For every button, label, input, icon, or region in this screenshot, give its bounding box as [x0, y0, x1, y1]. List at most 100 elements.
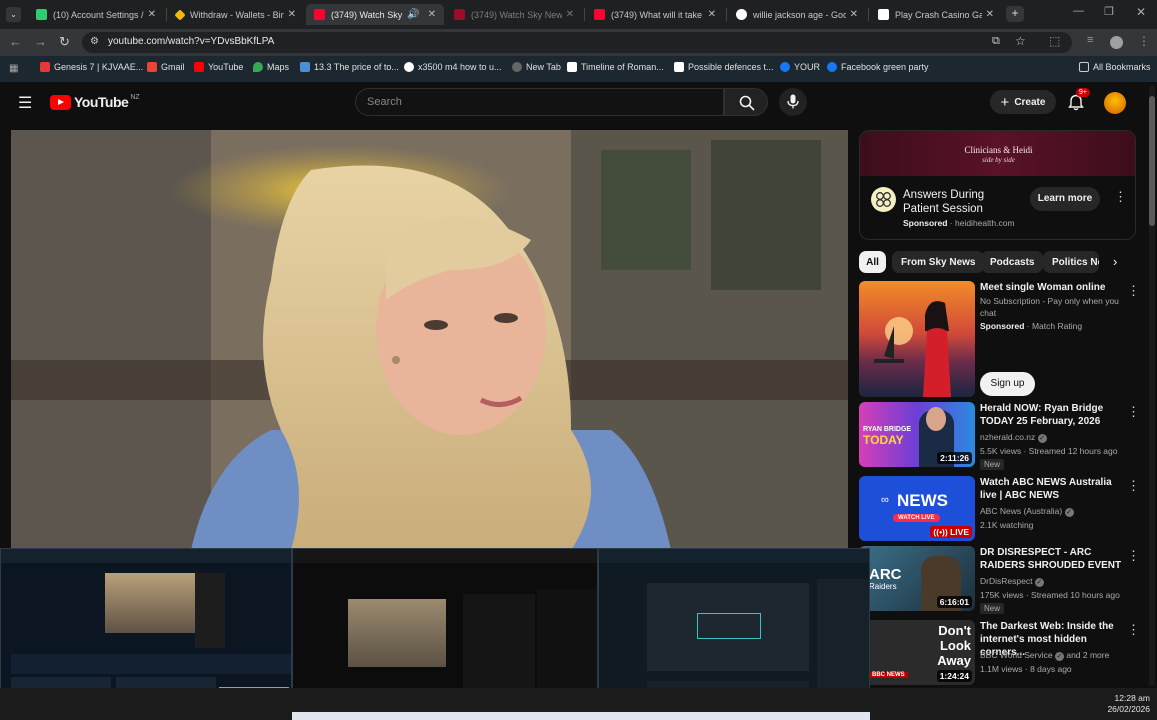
account-avatar[interactable] [1104, 92, 1126, 114]
address-bar[interactable]: ⚙ youtube.com/watch?v=YDvsBbKfLPA ⧉ ☆ [82, 32, 1072, 53]
back-icon[interactable]: ← [9, 34, 22, 49]
ad-title[interactable]: Answers During Patient Session [903, 188, 1013, 216]
bookmark-item[interactable]: New Tab [512, 62, 561, 72]
sign-up-button[interactable]: Sign up [980, 372, 1035, 396]
bookmark-item[interactable]: YouTube [194, 62, 243, 72]
video-player[interactable] [11, 130, 848, 550]
clock[interactable]: 12:28 am 26/02/2026 [1090, 693, 1150, 715]
learn-more-button[interactable]: Learn more [1030, 187, 1100, 211]
browser-tab[interactable]: Play Crash Casino Game ✕ [870, 4, 1002, 25]
maps-icon [253, 62, 263, 72]
menu-icon[interactable]: ⋮ [1138, 34, 1150, 48]
media-control-icon[interactable]: ≡ [1087, 34, 1093, 46]
bookmark-item[interactable]: Facebook green party [827, 62, 929, 72]
video-thumbnail[interactable]: ARC Raiders 6:16:01 [859, 546, 975, 611]
bookmark-item[interactable]: Maps [253, 62, 289, 72]
youtube-logo[interactable]: YouTube NZ [50, 94, 140, 110]
video-title[interactable]: DR DISRESPECT - ARC RAIDERS SHROUDED EVE… [980, 546, 1122, 572]
profile-avatar[interactable] [1110, 36, 1123, 49]
related-video[interactable]: Don't Look Away BBC NEWS 1:24:24 The Dar… [859, 620, 1140, 686]
bookmark-item[interactable]: Gmail [147, 62, 185, 72]
browser-tab[interactable]: willie jackson age - Goo ✕ [728, 4, 866, 25]
forward-icon[interactable]: → [34, 34, 47, 49]
close-icon[interactable]: ✕ [288, 9, 296, 20]
browser-tab[interactable]: (3749) Watch Sky News ✕ [446, 4, 582, 25]
browser-tab[interactable]: (10) Account Settings / S ✕ [28, 4, 164, 25]
related-video-sponsored[interactable]: Meet single Woman online No Subscription… [859, 281, 1140, 398]
restore-icon[interactable]: ❐ [1104, 5, 1114, 18]
close-icon[interactable]: ✕ [566, 9, 574, 20]
video-title[interactable]: Herald NOW: Ryan Bridge TODAY 25 Februar… [980, 402, 1122, 428]
os-taskbar: 12:28 am 26/02/2026 [0, 688, 1157, 720]
notifications-button[interactable]: 9+ [1066, 88, 1090, 114]
bookmark-item[interactable]: Possible defences t... [674, 62, 774, 72]
bookmark-item[interactable]: Timeline of Roman... [567, 62, 664, 72]
ad-banner[interactable]: Clinicians & Heidi side by side [860, 131, 1135, 176]
new-tab-button[interactable]: + [1006, 6, 1024, 22]
tab-favicon-icon [878, 9, 889, 20]
more-options-icon[interactable]: ⋮ [1127, 404, 1140, 420]
browser-tab[interactable]: (3749) What will it take t ✕ [586, 4, 724, 25]
close-icon[interactable]: ✕ [708, 9, 716, 20]
hamburger-menu-icon[interactable]: ☰ [18, 93, 32, 113]
bookmark-star-icon[interactable]: ☆ [1015, 34, 1026, 48]
voice-search-button[interactable] [779, 88, 807, 116]
video-title[interactable]: Watch ABC NEWS Australia live | ABC NEWS [980, 476, 1122, 502]
more-options-icon[interactable]: ⋮ [1127, 283, 1140, 299]
close-icon[interactable]: ✕ [428, 9, 436, 20]
related-video[interactable]: RYAN BRIDGE TODAY 2:11:26 Herald NOW: Ry… [859, 402, 1140, 472]
install-icon[interactable]: ⧉ [992, 35, 1000, 48]
bookmark-item[interactable]: YOUR [780, 62, 820, 72]
chip-all[interactable]: All [859, 251, 886, 273]
scrollbar-thumb[interactable] [1149, 96, 1155, 226]
url-text: youtube.com/watch?v=YDvsBbKfLPA [108, 36, 275, 47]
close-icon[interactable]: ✕ [850, 9, 858, 20]
close-icon[interactable]: ✕ [986, 9, 994, 20]
close-window-icon[interactable]: ✕ [1136, 5, 1146, 19]
channel-name[interactable]: BBC World Service ✓ and 2 more [980, 650, 1109, 661]
search-input[interactable]: Search [355, 88, 724, 116]
more-options-icon[interactable]: ⋮ [1114, 189, 1127, 205]
channel-name[interactable]: DrDisRespect ✓ [980, 576, 1044, 587]
more-options-icon[interactable]: ⋮ [1127, 478, 1140, 494]
chip-from-sky-news[interactable]: From Sky News [892, 251, 985, 273]
close-icon[interactable]: ✕ [148, 9, 156, 20]
tab-title: (3749) Watch Sky Ne [331, 9, 403, 20]
video-meta: Sponsored · Match Rating [980, 321, 1083, 331]
site-info-icon[interactable]: ⚙ [90, 36, 99, 47]
apps-icon[interactable]: ▦ [9, 63, 18, 74]
bookmark-item[interactable]: x3500 m4 how to u... [404, 62, 502, 72]
channel-name[interactable]: nzherald.co.nz ✓ [980, 432, 1047, 443]
bookmark-item[interactable]: Genesis 7 | KJVAAE... [40, 62, 143, 72]
search-button[interactable] [724, 88, 768, 116]
related-video[interactable]: ARC Raiders 6:16:01 DR DISRESPECT - ARC … [859, 546, 1140, 618]
chevron-right-icon[interactable]: › [1113, 254, 1117, 269]
microphone-icon [787, 94, 799, 109]
chip-podcasts[interactable]: Podcasts [981, 251, 1044, 273]
more-options-icon[interactable]: ⋮ [1127, 548, 1140, 564]
video-title[interactable]: Meet single Woman online [980, 281, 1122, 294]
ad-logo-icon [871, 187, 896, 212]
video-thumbnail[interactable]: ∞ NEWS WATCH LIVE ((•)) LIVE [859, 476, 975, 541]
related-video[interactable]: ∞ NEWS WATCH LIVE ((•)) LIVE Watch ABC N… [859, 476, 1140, 542]
video-thumbnail[interactable]: RYAN BRIDGE TODAY 2:11:26 [859, 402, 975, 467]
minimize-icon[interactable]: — [1073, 5, 1084, 17]
more-options-icon[interactable]: ⋮ [1127, 622, 1140, 638]
chip-politics[interactable]: Politics Ne [1043, 251, 1099, 273]
video-thumbnail[interactable]: Don't Look Away BBC NEWS 1:24:24 [859, 620, 975, 685]
video-thumbnail[interactable] [859, 281, 975, 397]
sponsored-ad[interactable]: Clinicians & Heidi side by side Answers … [859, 130, 1136, 240]
browser-tab-active[interactable]: (3749) Watch Sky Ne 🔊 ✕ [306, 4, 444, 25]
bookmark-item[interactable]: 13.3 The price of to... [300, 62, 399, 72]
extensions-icon[interactable]: ⬚ [1049, 34, 1060, 48]
page-scrollbar[interactable] [1149, 86, 1155, 686]
all-bookmarks[interactable]: All Bookmarks [1079, 62, 1151, 72]
taskbar-app-strip[interactable] [292, 712, 870, 720]
create-button[interactable]: + Create [990, 90, 1056, 114]
channel-name[interactable]: ABC News (Australia) ✓ [980, 506, 1074, 517]
reload-icon[interactable]: ↻ [59, 34, 70, 50]
tab-search-button[interactable]: ⌄ [6, 7, 21, 22]
plus-icon: + [1000, 93, 1010, 111]
browser-tab[interactable]: Withdraw - Wallets - Bin ✕ [168, 4, 304, 25]
audio-icon[interactable]: 🔊 [407, 9, 419, 20]
